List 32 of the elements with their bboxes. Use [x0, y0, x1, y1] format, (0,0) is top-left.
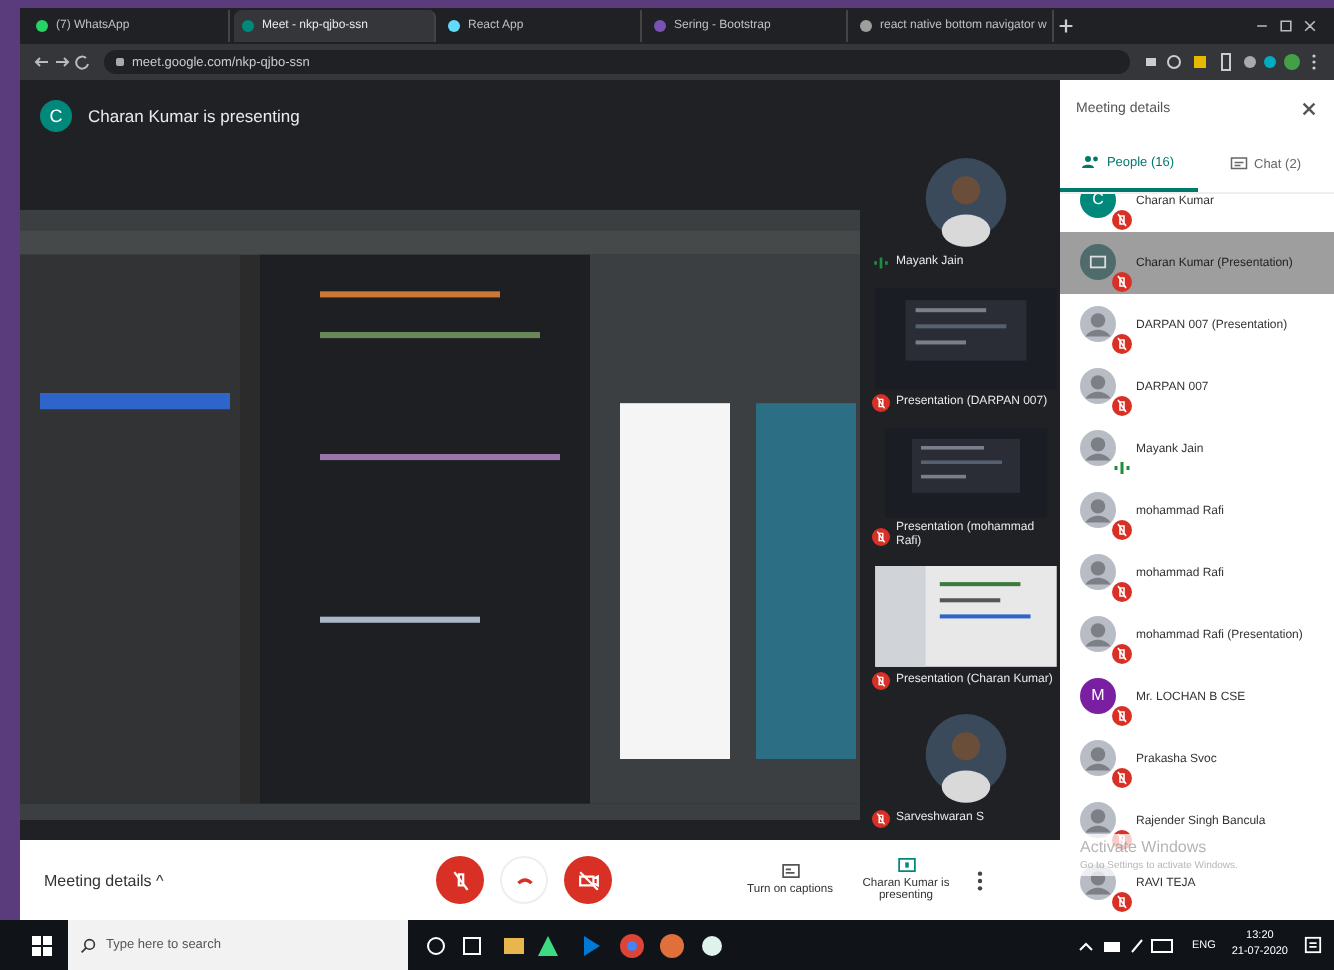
- avatar: [1080, 367, 1116, 403]
- avatar: [1080, 305, 1116, 341]
- more-options-icon[interactable]: [976, 869, 984, 891]
- avatar: [1080, 491, 1116, 527]
- avatar: [1080, 739, 1116, 775]
- camera-icon: [577, 869, 599, 891]
- captions-icon: [781, 864, 799, 878]
- close-icon[interactable]: [1300, 99, 1318, 117]
- screen-avatar-icon: [1080, 243, 1116, 279]
- avatar: [1080, 801, 1116, 837]
- new-tab-icon[interactable]: [1058, 18, 1074, 34]
- presenter-avatar: C: [40, 99, 72, 131]
- camera-button[interactable]: [564, 856, 612, 904]
- avatar: [1080, 615, 1116, 651]
- avatar: M: [1080, 677, 1116, 713]
- navigation-icon[interactable]: [32, 52, 92, 72]
- windows-start-icon[interactable]: [32, 935, 52, 955]
- microphone-icon: [449, 869, 471, 891]
- hang-up-button[interactable]: [500, 856, 548, 904]
- avatar: [1080, 553, 1116, 589]
- chat-icon: [1230, 156, 1248, 172]
- search-icon: [80, 937, 96, 953]
- activation-title: Activate Windows: [1080, 838, 1209, 856]
- screen-share-icon: [897, 858, 915, 872]
- notifications-icon[interactable]: [1304, 936, 1322, 954]
- meeting-details-button[interactable]: Meeting details ^: [36, 871, 436, 889]
- avatar: [1080, 429, 1116, 465]
- taskbar-apps-icon[interactable]: [424, 931, 724, 959]
- presenting-title: Charan Kumar is presenting: [88, 105, 300, 125]
- system-tray-icons[interactable]: [1075, 935, 1176, 955]
- microphone-button[interactable]: [436, 856, 484, 904]
- people-icon: [1082, 154, 1101, 170]
